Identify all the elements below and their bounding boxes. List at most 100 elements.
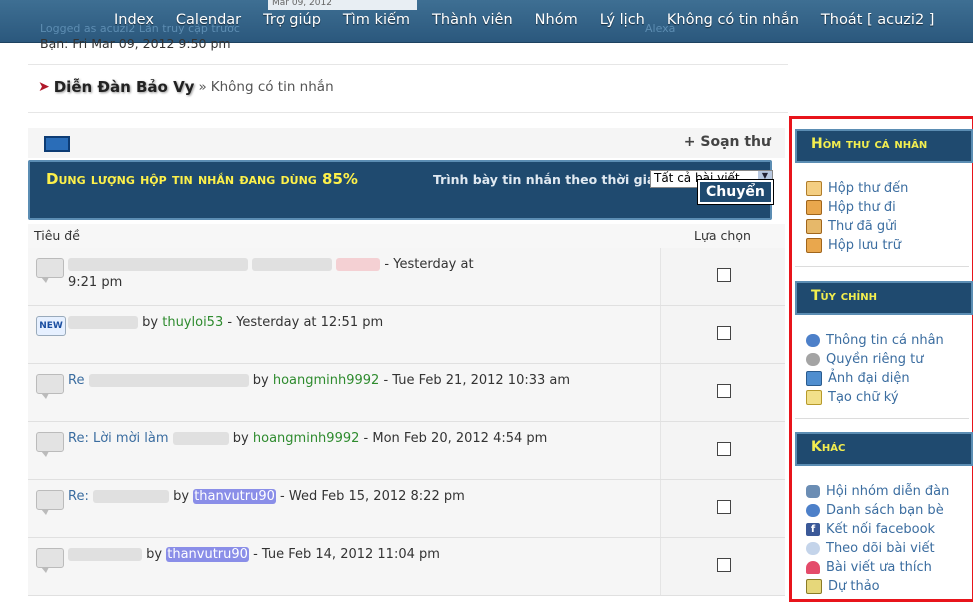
quota-text: Dung lượng hộp tin nhắn đang dùng 85% [46, 170, 358, 188]
message-read-icon [36, 432, 64, 457]
row-by: by [146, 547, 163, 562]
breadcrumb-arrow-icon: ➤ [38, 79, 50, 95]
col-select-header: Lựa chọn [694, 228, 751, 243]
sidebar-item-archive[interactable]: Hộp lưu trữ [806, 238, 901, 253]
sidebar-item-label: Danh sách bạn bè [826, 503, 944, 518]
nav-search[interactable]: Tìm kiếm [343, 12, 410, 28]
table-row: Re: by thanvutru90 - Wed Feb 15, 2012 8:… [28, 480, 785, 538]
blurred-subject[interactable] [68, 258, 248, 271]
friends-icon [806, 504, 820, 517]
sidebar-item-profile[interactable]: Thông tin cá nhân [806, 333, 944, 348]
row-checkbox[interactable] [717, 268, 731, 282]
table-row: Re: Lời mời làm by hoangminh9992 - Mon F… [28, 422, 785, 480]
row-user-link[interactable]: thuyloi53 [162, 315, 223, 330]
signature-icon [806, 390, 822, 405]
blurred-subject[interactable] [92, 490, 169, 503]
row-by: by [142, 315, 159, 330]
row-date-cont: 9:21 pm [68, 275, 123, 290]
row-subject-prefix[interactable]: Re: [68, 489, 89, 504]
sidebar-item-label: Hộp lưu trữ [828, 238, 902, 253]
sidebar-item-drafts[interactable]: Dự thảo [806, 579, 880, 594]
nav-groups[interactable]: Nhóm [535, 12, 578, 28]
message-toolbar: + Soạn thư [28, 128, 785, 158]
sidebar-item-watch[interactable]: Theo dõi bài viết [806, 541, 935, 556]
breadcrumb-separator: » [198, 79, 207, 95]
blurred-subject[interactable] [68, 316, 138, 329]
nav-members[interactable]: Thành viên [432, 12, 513, 28]
row-date: - Tue Feb 21, 2012 10:33 am [383, 373, 571, 388]
sidebar-item-outbox[interactable]: Hộp thư đi [806, 200, 896, 215]
table-row: - Yesterday at 9:21 pm [28, 248, 785, 306]
sidebar-item-avatar[interactable]: Ảnh đại diện [806, 371, 910, 386]
nav-menu: Index Calendar Trợ giúp Tìm kiếm Thành v… [114, 12, 956, 28]
nav-calendar[interactable]: Calendar [176, 12, 241, 28]
sidebar-item-privacy[interactable]: Quyền riêng tư [806, 352, 923, 367]
nav-logout[interactable]: Thoát [ acuzi2 ] [821, 12, 935, 28]
sidebar-item-label: Quyền riêng tư [826, 352, 924, 367]
message-read-icon [36, 490, 64, 515]
ghost-date-box: Mar 09, 2012 [268, 0, 417, 10]
breadcrumb-forum-link[interactable]: Diễn Đàn Bảo Vy [54, 78, 195, 96]
sidebar-section-title: Khác [811, 439, 846, 455]
quota-bar: Dung lượng hộp tin nhắn đang dùng 85% Tr… [28, 160, 774, 220]
sidebar-item-label: Hội nhóm diễn đàn [826, 484, 950, 499]
sidebar-item-facebook[interactable]: f Kết nối facebook [806, 522, 935, 537]
watch-icon [806, 542, 820, 555]
row-user-link[interactable]: thanvutru90 [193, 489, 276, 504]
row-main-cell: NEW by thuyloi53 - Yesterday at 12:51 pm [28, 306, 661, 363]
sidebar-item-signature[interactable]: Tạo chữ ký [806, 390, 899, 405]
sidebar-item-favorites[interactable]: Bài viết ưa thích [806, 560, 932, 575]
col-title-header: Tiêu đề [34, 228, 80, 243]
row-checkbox[interactable] [717, 442, 731, 456]
nav-index[interactable]: Index [114, 12, 154, 28]
divider [795, 266, 969, 267]
message-read-icon [36, 548, 64, 573]
sidebar-item-label: Ảnh đại diện [828, 371, 910, 386]
outbox-icon [806, 200, 822, 215]
row-checkbox[interactable] [717, 326, 731, 340]
blurred-subject [252, 258, 333, 271]
row-checkbox[interactable] [717, 558, 731, 572]
divider [795, 418, 969, 419]
blurred-subject[interactable] [88, 374, 249, 387]
row-text: - Yesterday at 9:21 pm [68, 256, 653, 292]
sidebar-item-label: Hộp thư đi [828, 200, 896, 215]
inbox-tab-icon[interactable] [44, 136, 70, 152]
table-row: Re by hoangminh9992 - Tue Feb 21, 2012 1… [28, 364, 785, 422]
row-main-cell: Re: by thanvutru90 - Wed Feb 15, 2012 8:… [28, 480, 661, 537]
row-subject-prefix[interactable]: Re: Lời mời làm [68, 431, 169, 446]
row-user-link[interactable]: hoangminh9992 [273, 373, 380, 388]
nav-profile[interactable]: Lý lịch [600, 12, 645, 28]
nav-help[interactable]: Trợ giúp [263, 12, 321, 28]
row-user-link[interactable]: hoangminh9992 [253, 431, 360, 446]
sidebar-section-header: Tùy chỉnh [795, 281, 973, 315]
sidebar-section-header: Khác [795, 432, 973, 466]
row-by: by [173, 489, 190, 504]
sort-label: Trình bày tin nhắn theo thời gian: [433, 172, 670, 187]
sidebar-item-sent[interactable]: Thư đã gửi [806, 219, 897, 234]
message-panel: + Soạn thư Dung lượng hộp tin nhắn đang … [28, 128, 785, 600]
row-checkbox[interactable] [717, 500, 731, 514]
row-date: - Yesterday at 12:51 pm [227, 315, 384, 330]
sidebar-item-label: Tạo chữ ký [828, 390, 899, 405]
sidebar-item-inbox[interactable]: Hộp thư đến [806, 181, 908, 196]
sidebar-section-title: Tùy chỉnh [811, 288, 877, 304]
row-text: by thuyloi53 - Yesterday at 12:51 pm [68, 314, 653, 332]
divider [28, 112, 788, 113]
row-main-cell: - Yesterday at 9:21 pm [28, 248, 661, 305]
blurred-subject[interactable] [68, 548, 142, 561]
gear-icon [806, 353, 820, 366]
row-subject-prefix[interactable]: Re [68, 373, 84, 388]
row-main-cell: Re: Lời mời làm by hoangminh9992 - Mon F… [28, 422, 661, 479]
sent-icon [806, 219, 822, 234]
row-text: Re: by thanvutru90 - Wed Feb 15, 2012 8:… [68, 488, 653, 506]
sidebar-item-groups[interactable]: Hội nhóm diễn đàn [806, 484, 949, 499]
nav-messages[interactable]: Không có tin nhắn [667, 12, 799, 28]
go-button[interactable]: Chuyển [697, 179, 774, 205]
compose-button[interactable]: + Soạn thư [684, 134, 771, 150]
row-user-link[interactable]: thanvutru90 [166, 547, 249, 562]
row-checkbox[interactable] [717, 384, 731, 398]
sidebar-item-friends[interactable]: Danh sách bạn bè [806, 503, 944, 518]
blurred-subject[interactable] [172, 432, 229, 445]
archive-icon [806, 238, 822, 253]
